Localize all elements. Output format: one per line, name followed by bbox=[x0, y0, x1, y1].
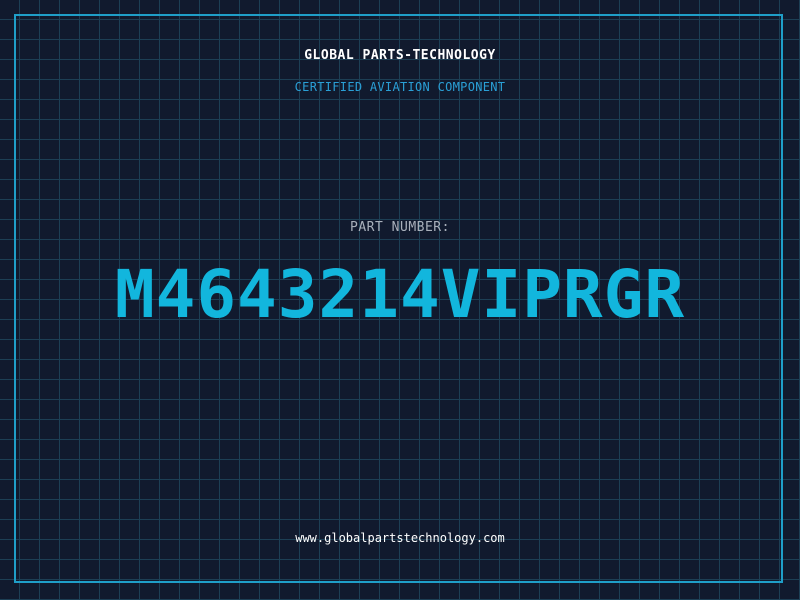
company-name: GLOBAL PARTS-TECHNOLOGY bbox=[304, 48, 496, 63]
certification-tagline: CERTIFIED AVIATION COMPONENT bbox=[294, 80, 506, 94]
website-url: www.globalpartstechnology.com bbox=[295, 531, 505, 545]
part-number-label: PART NUMBER: bbox=[350, 220, 450, 235]
part-number-value: M4643214VIPRGR bbox=[114, 256, 686, 333]
